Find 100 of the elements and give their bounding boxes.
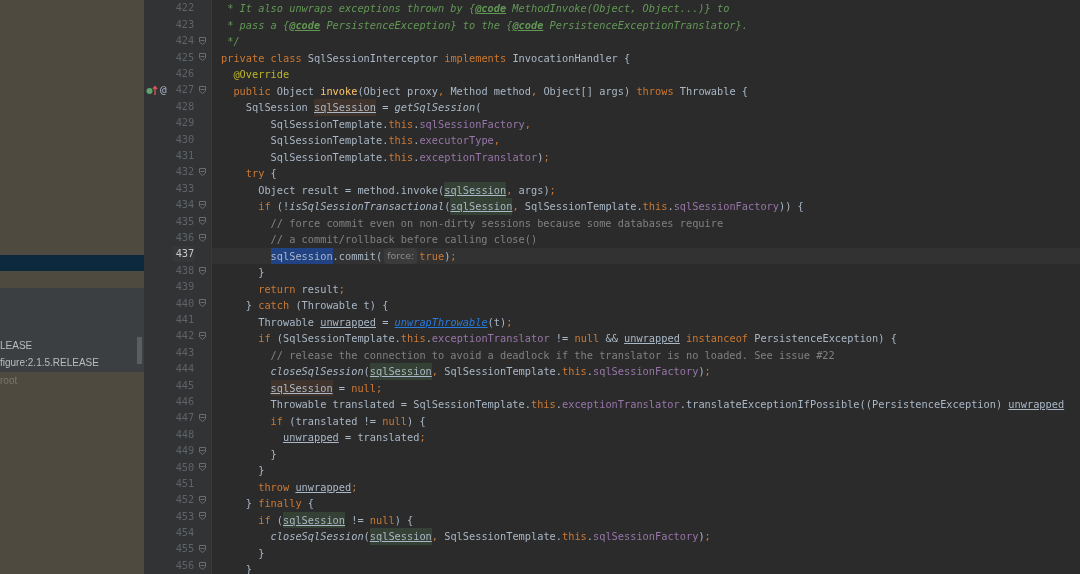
doc-comment: * pass a { [226, 17, 290, 33]
fold-marker-icon[interactable] [199, 332, 207, 341]
code-text: ) [444, 248, 451, 264]
code-text: Object result = method.invoke( [258, 182, 445, 198]
doc-comment: * It also unwraps exceptions thrown by { [226, 1, 476, 16]
variable: unwrapped [1008, 397, 1065, 412]
keyword: try [245, 166, 266, 181]
fold-marker-icon[interactable] [199, 36, 207, 45]
fold-marker-icon[interactable] [199, 512, 207, 521]
static-call: closeSqlSession [270, 364, 364, 379]
keyword: this [388, 116, 414, 132]
code-text: (SqlSessionTemplate. [276, 331, 401, 346]
field-name: exceptionTranslator [419, 149, 538, 165]
code-text: } [258, 265, 265, 280]
fold-marker-icon[interactable] [199, 217, 207, 226]
code-text: (! [276, 199, 290, 214]
implementation-marker[interactable]: @ [159, 81, 167, 99]
code-text: . [413, 149, 420, 165]
fold-marker-icon[interactable] [199, 86, 207, 95]
keyword: null [351, 380, 376, 396]
variable-usage: sqlSession [369, 363, 432, 380]
comment: // a commit/rollback before calling close() [270, 232, 538, 247]
punctuation: , [524, 116, 531, 132]
doc-tag: @code [475, 0, 507, 17]
code-text: . [555, 397, 562, 412]
fold-marker-icon[interactable] [199, 545, 207, 554]
punctuation: ; [704, 364, 711, 379]
code-text: . [586, 364, 593, 379]
keyword: if [258, 199, 272, 214]
fold-marker-icon[interactable] [199, 53, 207, 62]
code-text: Object [276, 83, 315, 99]
fold-marker-icon[interactable] [199, 299, 207, 308]
keyword: this [388, 149, 414, 165]
keyword: return [258, 281, 297, 297]
punctuation: ; [338, 281, 345, 297]
code-text: (Throwable t) { [295, 298, 389, 313]
keyword: this [388, 133, 414, 148]
static-call: getSqlSession [394, 100, 476, 115]
code-text: Object[] args) [543, 83, 632, 99]
code-text: ( [444, 199, 451, 214]
fold-marker-icon[interactable] [199, 233, 207, 242]
doc-comment: MethodInvoke(Object, Object...)} to [511, 1, 730, 16]
fold-marker-icon[interactable] [199, 168, 207, 177]
code-text: result [301, 281, 339, 297]
keyword: instanceof [685, 331, 750, 346]
keyword: null [574, 331, 601, 346]
keyword: null [382, 413, 407, 429]
variable-usage: sqlSession [450, 198, 513, 215]
keyword: this [530, 397, 556, 412]
dependency-label[interactable]: LEASE [0, 337, 144, 354]
doc-comment: */ [226, 34, 240, 49]
code-text: && [605, 331, 619, 346]
code-text: . [413, 116, 420, 132]
code-text: . [425, 331, 432, 346]
code-text: . [586, 529, 593, 544]
code-text: .commit( [332, 248, 383, 264]
code-text: SqlSessionTemplate. [270, 149, 389, 165]
comment: // force commit even on non-dirty sessions because some databases require [270, 215, 724, 231]
punctuation: ; [376, 380, 383, 396]
punctuation: , [431, 364, 439, 379]
punctuation: ; [704, 529, 711, 544]
code-text: ( [363, 364, 370, 379]
punctuation: , [431, 529, 439, 544]
dependency-label[interactable]: figure:2.1.5.RELEASE [0, 354, 144, 371]
fold-marker-icon[interactable] [199, 414, 207, 423]
punctuation: , [512, 199, 520, 214]
code-text: SqlSessionTemplate. [524, 199, 643, 214]
fold-marker-icon[interactable] [199, 496, 207, 504]
keyword: if [270, 413, 284, 429]
code-text: } [258, 463, 265, 478]
fold-marker-icon[interactable] [199, 463, 207, 472]
code-text: InvocationHandler { [512, 50, 631, 66]
code-text: . [667, 199, 674, 214]
code-text: ) [537, 149, 544, 165]
code-text: { [307, 496, 314, 511]
field-name: sqlSessionFactory [419, 116, 525, 132]
fold-marker-icon[interactable] [199, 446, 207, 455]
scrollbar-thumb[interactable] [137, 337, 142, 364]
keyword: this [562, 529, 587, 544]
punctuation: ; [543, 149, 550, 165]
override-marker-icon[interactable] [145, 84, 158, 96]
code-text: } [245, 562, 252, 574]
code-text: Throwable translated = SqlSessionTemplate. [270, 397, 531, 412]
method-link[interactable]: unwrapThrowable [394, 313, 488, 330]
fold-marker-icon[interactable] [199, 201, 207, 209]
keyword: catch [258, 298, 291, 313]
code-text: = translated [344, 430, 420, 445]
code-text: ) [698, 529, 705, 544]
field-name: exceptionTranslator [431, 331, 550, 346]
code-text: PersistenceException) { [754, 331, 897, 346]
code-text: Throwable [258, 314, 315, 330]
keyword: if [258, 512, 272, 528]
keyword: finally [258, 496, 303, 511]
fold-marker-icon[interactable] [199, 266, 207, 275]
variable: unwrapped [624, 331, 680, 346]
fold-marker-icon[interactable] [199, 561, 207, 570]
punctuation: ; [549, 182, 556, 198]
code-text: } [245, 496, 253, 511]
code-text: SqlSessionTemplate. [270, 116, 389, 132]
annotation: @Override [233, 67, 290, 82]
